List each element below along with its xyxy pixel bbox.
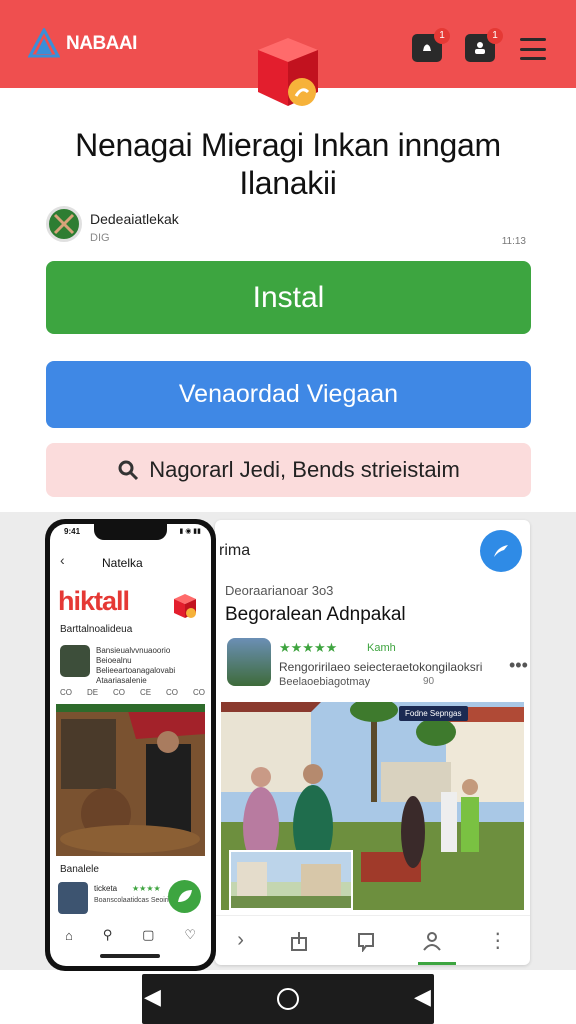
bookmark-icon[interactable] — [355, 930, 377, 952]
developer-subtitle: DIG — [90, 232, 110, 244]
brand-name: NABAAI — [66, 33, 137, 54]
kebab-menu-icon[interactable]: ⋮ — [488, 928, 508, 953]
phone-section-title: Barttalnoalideua — [60, 624, 133, 635]
menu-bar-icon — [520, 38, 546, 41]
search-button[interactable]: Nagorarl Jedi, Bends strieistaim — [46, 443, 531, 497]
app-header: NABAAI 1 1 — [0, 0, 576, 106]
meta-value: CO — [192, 688, 205, 697]
status-time: 9:41 — [64, 527, 81, 536]
more-options-icon[interactable]: ••• — [509, 655, 528, 676]
phone-item-thumbnail-2 — [58, 882, 88, 914]
share-fab[interactable] — [480, 530, 522, 572]
download-button[interactable]: Venaordad Viegaan — [46, 361, 531, 428]
nav-indicator — [418, 962, 456, 965]
promo-photo: Fodne Sepngas — [221, 702, 524, 910]
heart-icon[interactable]: ♡ — [184, 927, 196, 943]
developer-name: Dedeaiatlekak — [90, 211, 179, 227]
search-button-label: Nagorarl Jedi, Bends strieistaim — [149, 457, 460, 482]
phone-rating-label: ticketa — [94, 884, 118, 893]
developer-logo-icon — [53, 213, 75, 235]
screenshot-card[interactable]: rima Deoraarianoar 3o3 Begoralean Adnpak… — [215, 520, 530, 965]
recents-button-icon[interactable]: ◀ — [414, 984, 431, 1010]
status-icons: ▮ ◉ ▮▮ — [179, 528, 201, 535]
bookmark-icon[interactable]: ▢ — [142, 927, 154, 943]
meta-value: DE — [86, 688, 99, 697]
app-listing[interactable]: ★★★★★ Kamh Rengoririlaeo seiecteraetokon… — [227, 638, 528, 688]
profile-icon[interactable] — [421, 930, 443, 952]
phone-screen: 9:41 ▮ ◉ ▮▮ ‹ Natelka hiktall Barttalnoa… — [50, 524, 211, 966]
share-icon — [494, 545, 508, 557]
home-button-icon[interactable] — [276, 987, 300, 1011]
page-title: Nenagai Mieragi Inkan inngam Ilanakii — [75, 127, 501, 201]
brand[interactable]: NABAAI — [28, 28, 137, 60]
leaf-icon — [178, 890, 192, 902]
home-icon[interactable]: ⌂ — [65, 928, 73, 943]
screenshot-title: rima — [219, 542, 251, 559]
share-arrow-icon[interactable] — [288, 930, 310, 952]
screenshot-heading: Begoralean Adnpakal — [225, 604, 406, 625]
bell-icon — [423, 44, 431, 51]
account-badge: 1 — [487, 28, 503, 44]
inset-thumbnail — [229, 850, 353, 910]
phone-mockup[interactable]: 9:41 ▮ ◉ ▮▮ ‹ Natelka hiktall Barttalnoa… — [45, 519, 216, 971]
vendor-scene-image — [56, 704, 205, 856]
app-thumbnail — [227, 638, 271, 686]
meta-value: CO — [113, 688, 125, 697]
meta-value: CO — [60, 688, 72, 697]
app-size: 11:13 — [501, 236, 526, 247]
phone-home-indicator — [100, 954, 160, 958]
phone-item-thumbnail — [60, 645, 90, 677]
menu-bar-icon — [520, 57, 546, 60]
phone-item-text: Bansieualvvnuaoorio Beioealnu Belieearto… — [96, 646, 176, 685]
back-button-icon[interactable]: ◀ — [144, 984, 161, 1010]
app-count: 90 — [423, 676, 435, 687]
notifications-button[interactable]: 1 — [412, 28, 450, 62]
phone-bottom-nav: ⌂ ⚲ ▢ ♡ — [50, 922, 211, 948]
search-icon[interactable]: ⚲ — [103, 927, 113, 943]
phone-app-title: Natelka — [102, 556, 143, 570]
nav-partial-icon[interactable]: › — [237, 929, 244, 952]
account-button[interactable]: 1 — [465, 28, 503, 62]
search-icon — [118, 460, 139, 481]
rating-label: Kamh — [367, 642, 396, 654]
photo-badge: Fodne Sepngas — [399, 706, 468, 721]
back-icon[interactable]: ‹ — [60, 552, 65, 568]
phone-list-item[interactable]: Bansieualvvnuaoorio Beioealnu Belieearto… — [60, 642, 205, 685]
screenshot-label: Deoraarianoar 3o3 — [225, 583, 334, 598]
rating-stars: ★★★★★ — [279, 640, 338, 655]
hamburger-menu-button[interactable] — [520, 38, 546, 60]
phone-notch — [94, 524, 167, 540]
menu-bar-icon — [520, 47, 546, 51]
system-nav-bar: ◀ ◀ — [142, 974, 434, 1024]
developer-avatar — [46, 206, 82, 242]
phone-cube-icon — [174, 594, 196, 618]
phone-rating-stars: ★★★★ — [132, 884, 161, 893]
phone-photo — [56, 704, 205, 856]
meta-value: CO — [166, 688, 178, 697]
brand-logo-icon — [28, 28, 60, 58]
phone-meta-row: CO DE CO CE CO CO — [60, 688, 205, 697]
user-icon — [475, 42, 485, 54]
app-description: Rengoririlaeo seiecteraetokongilaoksri — [279, 660, 483, 674]
phone-app-logo: hiktall — [58, 586, 130, 616]
screenshot-nav-bar: › ⋮ — [215, 915, 530, 965]
notifications-badge: 1 — [434, 28, 450, 44]
phone-fab[interactable] — [168, 880, 201, 913]
app-cube-logo-icon — [258, 38, 318, 106]
install-button[interactable]: Instal — [46, 261, 531, 334]
phone-sub-section: Banalele — [60, 864, 99, 875]
app-subdescription: Beelaoebiagotmay — [279, 676, 371, 688]
meta-value: CE — [139, 688, 152, 697]
developer-row[interactable]: Dedeaiatlekak DIG 11:13 — [46, 206, 530, 247]
